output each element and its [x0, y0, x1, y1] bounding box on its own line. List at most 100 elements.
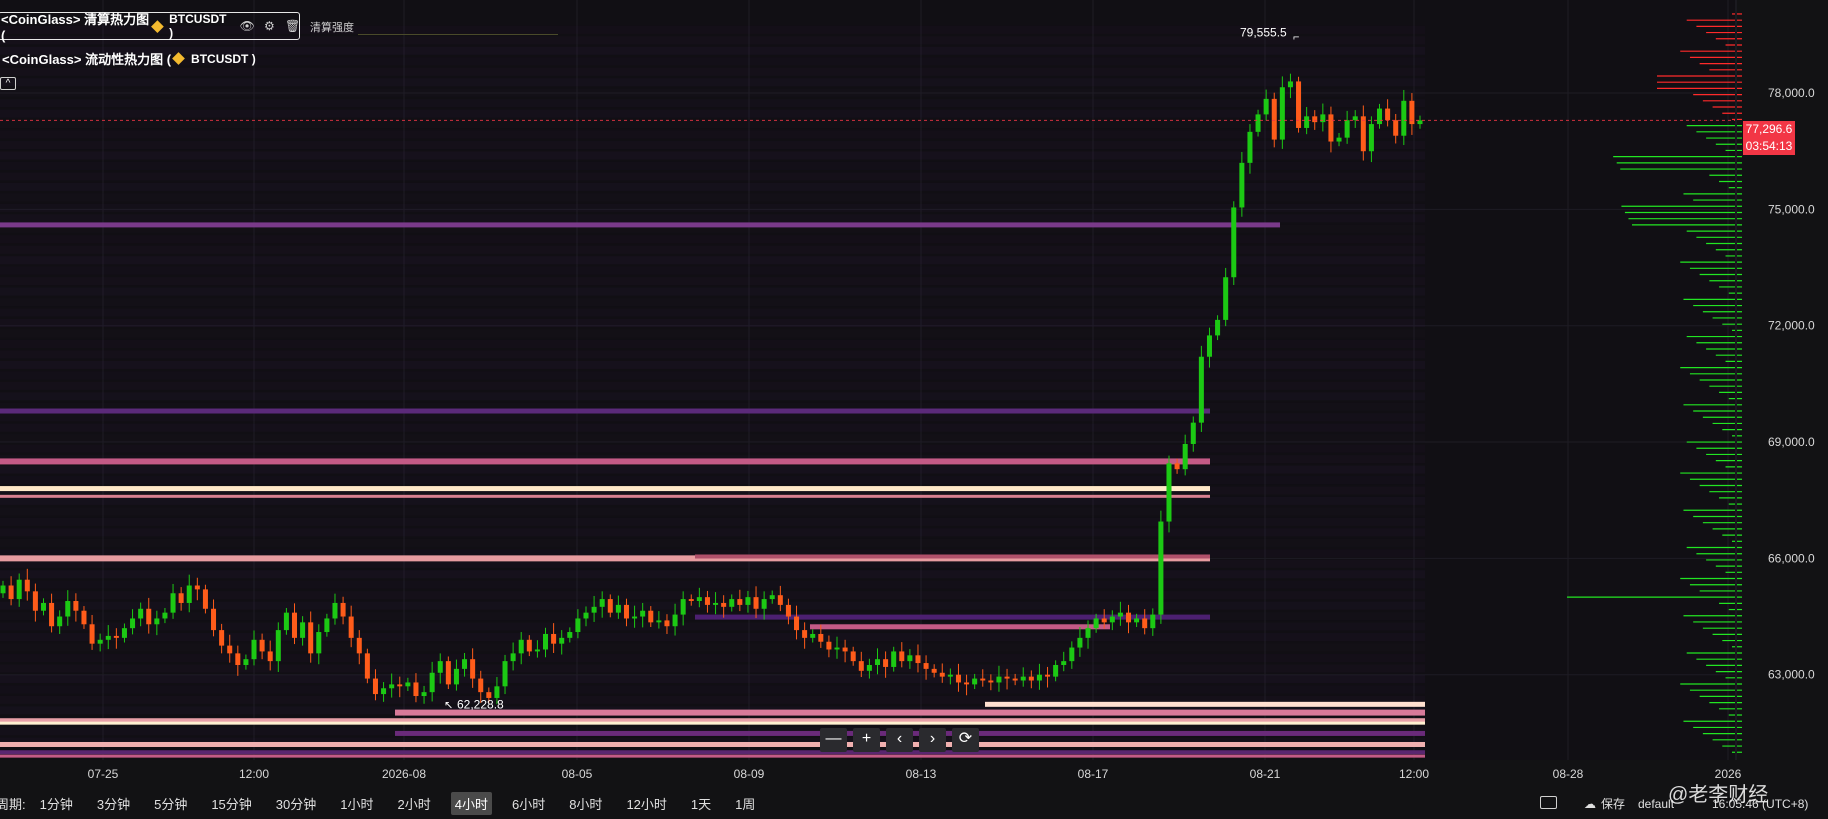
- heat-cell: [0, 67, 1425, 76]
- candle-body: [1320, 114, 1326, 123]
- timeframe-options: 1分钟 3分钟 5分钟 15分钟 30分钟 1小时 2小时 4小时 6小时 8小时 12小时 1天 1周: [36, 792, 776, 815]
- candle-body: [510, 653, 516, 662]
- heat-cell: [0, 570, 1425, 579]
- candle-body: [1028, 676, 1034, 681]
- timeframe-option[interactable]: 15分钟: [207, 792, 255, 815]
- candle-body: [372, 678, 378, 695]
- fullscreen-icon[interactable]: [1540, 796, 1557, 809]
- zoom-in-button[interactable]: +: [853, 728, 880, 752]
- candle-body: [1109, 616, 1115, 623]
- candle-body: [713, 602, 719, 605]
- candle-body: [16, 579, 22, 600]
- timeframe-option[interactable]: 6小时: [508, 792, 549, 815]
- candle-body: [8, 585, 14, 600]
- candle-body: [753, 597, 759, 609]
- candle-body: [332, 602, 338, 619]
- heat-cell: [0, 538, 1425, 547]
- low-price-label: 62,228.8: [457, 698, 504, 712]
- candle-body: [899, 651, 905, 662]
- liquidation-heatmap-legend[interactable]: <CoinGlass> 清算热力图 ( BTCUSDT ) 👁 ⚙ 🗑: [0, 12, 300, 43]
- candle-body: [980, 678, 986, 681]
- heat-cell: [0, 674, 1425, 683]
- candle-body: [729, 599, 735, 607]
- heat-cell: [0, 591, 1425, 600]
- heat-cell: [0, 444, 1425, 453]
- timeframe-option[interactable]: 2小时: [394, 792, 435, 815]
- candle-body: [227, 645, 233, 654]
- candle-body: [259, 639, 265, 652]
- y-tick-label: 78,000.0: [1768, 86, 1815, 100]
- candle-body: [1271, 98, 1277, 140]
- candle-body: [737, 599, 743, 605]
- timeframe-option[interactable]: 1小时: [336, 792, 377, 815]
- timeframe-option[interactable]: 1天: [687, 792, 715, 815]
- trash-icon[interactable]: 🗑: [285, 19, 300, 33]
- candle-body: [397, 684, 403, 687]
- candle-body: [89, 624, 95, 644]
- heat-band: [810, 624, 1110, 630]
- zoom-out-button[interactable]: —: [820, 728, 847, 752]
- chart-canvas[interactable]: 79,555.5 ⌐ ↖ 62,228.8 63,000.0 66,000.0 69,00…: [0, 0, 1828, 819]
- timeframe-option[interactable]: 5分钟: [150, 792, 191, 815]
- timeframe-option[interactable]: 1分钟: [36, 792, 77, 815]
- candle-body: [591, 606, 597, 613]
- heat-band: [0, 721, 1425, 725]
- high-price-label: 79,555.5: [1240, 26, 1287, 40]
- candle-body: [121, 628, 127, 638]
- candle-body: [1296, 81, 1302, 128]
- reset-chart-button[interactable]: ⟳: [952, 728, 979, 752]
- timeframe-option[interactable]: 1周: [731, 792, 759, 815]
- timeframe-option[interactable]: 8小时: [565, 792, 606, 815]
- intensity-scale[interactable]: [358, 34, 558, 35]
- save-label[interactable]: 保存: [1601, 795, 1625, 812]
- heat-cell: [0, 434, 1425, 443]
- eye-icon[interactable]: 👁: [240, 19, 255, 33]
- heat-cell: [0, 120, 1425, 129]
- heat-cell: [0, 235, 1425, 244]
- heat-band: [0, 754, 1425, 758]
- candle-body: [40, 602, 46, 611]
- candle-body: [1182, 443, 1188, 470]
- y-tick-label: 63,000.0: [1768, 668, 1815, 682]
- save-control[interactable]: ☁ 保存: [1584, 788, 1625, 819]
- candle-body: [615, 604, 621, 613]
- heat-cell: [0, 423, 1425, 432]
- timeframe-option[interactable]: 3分钟: [93, 792, 134, 815]
- heat-cell: [0, 109, 1425, 118]
- timeframe-option[interactable]: 12小时: [622, 792, 670, 815]
- candle-body: [664, 620, 670, 627]
- candle-body: [1287, 81, 1293, 88]
- collapse-legend-button[interactable]: ^: [0, 77, 16, 90]
- gear-icon[interactable]: ⚙: [263, 19, 276, 33]
- heat-cell: [0, 182, 1425, 191]
- candle-body: [1279, 87, 1285, 140]
- candle-body: [1077, 637, 1083, 648]
- x-tick-label: 08-28: [1553, 767, 1584, 781]
- candle-body: [1239, 162, 1245, 208]
- heat-cell: [0, 507, 1425, 516]
- candle-body: [891, 651, 897, 667]
- scroll-right-button[interactable]: ›: [919, 728, 946, 752]
- candle-body: [915, 655, 921, 664]
- candle-body: [874, 659, 881, 665]
- timeframe-option[interactable]: 30分钟: [272, 792, 320, 815]
- heat-band: [0, 741, 1425, 747]
- candle-body: [964, 682, 970, 685]
- candle-body: [704, 597, 710, 605]
- candle-body: [680, 599, 686, 615]
- liquidity-heatmap-legend[interactable]: <CoinGlass> 流动性热力图 ( BTCUSDT ): [0, 49, 256, 68]
- x-tick-label: 08-21: [1250, 767, 1281, 781]
- candle-body: [73, 601, 79, 611]
- heat-cell: [0, 392, 1425, 401]
- candle-body: [842, 647, 848, 652]
- candle-body: [502, 661, 508, 687]
- scroll-left-button[interactable]: ‹: [886, 728, 913, 752]
- candle-body: [721, 602, 727, 607]
- candle-body: [599, 599, 605, 607]
- candle-body: [583, 612, 589, 619]
- candle-body: [364, 653, 370, 679]
- timeframe-option[interactable]: 4小时: [450, 792, 492, 815]
- candle-body: [567, 632, 573, 638]
- candle-body: [1304, 116, 1310, 128]
- candle-body: [1174, 463, 1180, 470]
